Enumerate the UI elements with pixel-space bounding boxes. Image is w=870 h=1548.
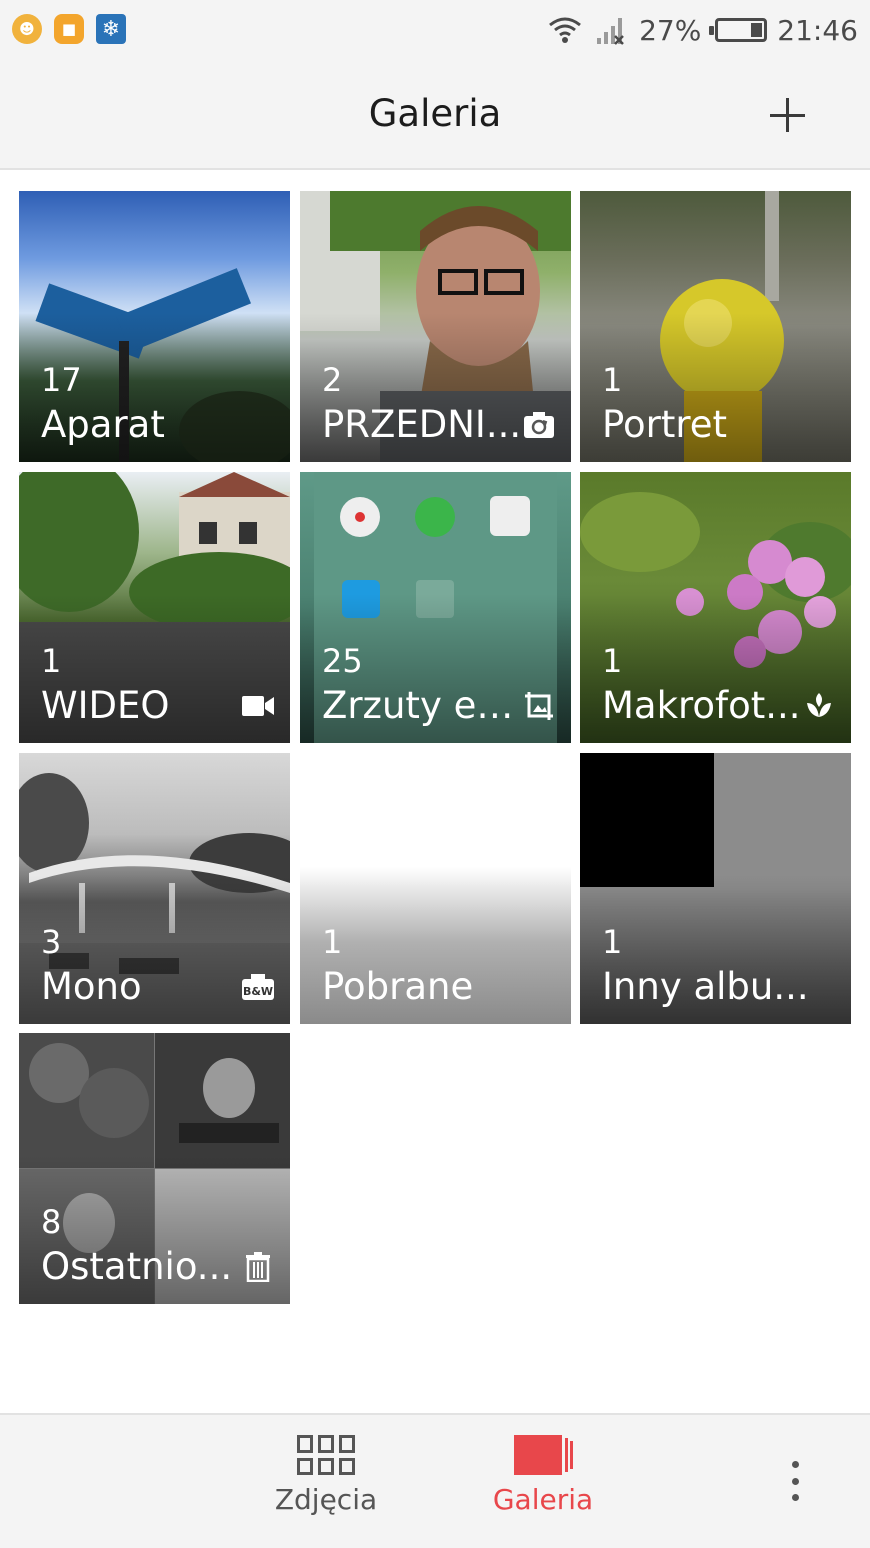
- status-right: 27% 21:46: [547, 12, 858, 48]
- screenshot-icon: [521, 688, 557, 724]
- album-name: WIDEO: [41, 684, 170, 727]
- top-app-bar: Galeria: [0, 62, 870, 170]
- nav-tab-photos[interactable]: Zdjęcia: [246, 1435, 406, 1516]
- trash-icon: [240, 1249, 276, 1285]
- album-count: 1: [602, 361, 623, 399]
- notification-icons: ☻ ■ ❄: [12, 14, 126, 44]
- photos-grid-icon: [297, 1435, 355, 1475]
- album-name: Portret: [602, 403, 728, 446]
- add-album-button[interactable]: [762, 92, 814, 144]
- album-name: Makrofot...: [602, 684, 801, 727]
- macro-flower-icon: [801, 688, 837, 724]
- front-camera-icon: [521, 407, 557, 443]
- album-count: 1: [41, 642, 62, 680]
- app-icon: ■: [54, 14, 84, 44]
- album-tile[interactable]: 1 Pobrane: [300, 753, 571, 1024]
- album-count: 1: [602, 642, 623, 680]
- album-tile[interactable]: 17 Aparat: [19, 191, 290, 462]
- battery-percent: 27%: [639, 13, 702, 47]
- album-count: 2: [322, 361, 343, 399]
- battery-icon: [709, 18, 768, 42]
- nav-tab-gallery[interactable]: Galeria: [463, 1435, 623, 1516]
- album-name: Mono: [41, 965, 142, 1008]
- album-tile[interactable]: 3 Mono B&W: [19, 753, 290, 1024]
- album-name: Aparat: [41, 403, 165, 446]
- bw-badge-text: B&W: [243, 985, 273, 998]
- album-name: Inny albu...: [602, 965, 809, 1008]
- signal-icon: [597, 18, 624, 45]
- status-bar: ☻ ■ ❄ 27% 21:46: [0, 0, 870, 62]
- bottom-nav: Zdjęcia Galeria: [0, 1413, 870, 1548]
- album-tile[interactable]: 1 Makrofot...: [580, 472, 851, 743]
- album-count: 25: [322, 642, 363, 680]
- album-count: 8: [41, 1203, 62, 1241]
- album-count: 1: [602, 923, 623, 961]
- album-name: Ostatnio...: [41, 1245, 233, 1288]
- album-count: 3: [41, 923, 62, 961]
- page-title: Galeria: [368, 92, 502, 135]
- clock: 21:46: [777, 13, 858, 47]
- album-tile[interactable]: 1 Portret: [580, 191, 851, 462]
- bw-camera-icon: B&W: [240, 969, 276, 1005]
- wifi-icon: [549, 17, 581, 43]
- album-tile[interactable]: 2 PRZEDNI...: [300, 191, 571, 462]
- album-count: 1: [322, 923, 343, 961]
- more-options-button[interactable]: [780, 1461, 810, 1501]
- video-icon: [240, 688, 276, 724]
- smile-icon: ☻: [12, 14, 42, 44]
- album-name: Pobrane: [322, 965, 474, 1008]
- snowflake-icon: ❄: [96, 14, 126, 44]
- album-tile[interactable]: 8 Ostatnio...: [19, 1033, 290, 1304]
- nav-tab-photos-label: Zdjęcia: [274, 1483, 378, 1516]
- album-name: Zrzuty ek...: [322, 684, 532, 727]
- album-count: 17: [41, 361, 82, 399]
- nav-tab-gallery-label: Galeria: [492, 1483, 594, 1516]
- album-tile[interactable]: 25 Zrzuty ek...: [300, 472, 571, 743]
- album-tile[interactable]: 1 WIDEO: [19, 472, 290, 743]
- album-name: PRZEDNI...: [322, 403, 522, 446]
- album-tile[interactable]: 1 Inny albu...: [580, 753, 851, 1024]
- gallery-icon: [514, 1435, 573, 1475]
